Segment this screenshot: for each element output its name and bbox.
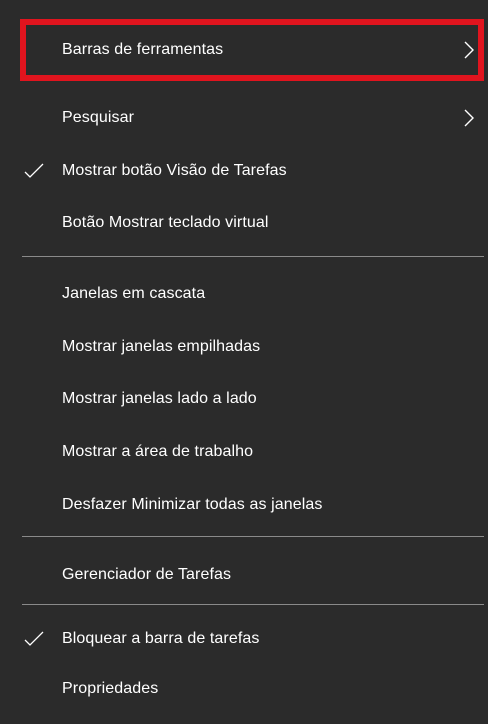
checkmark-icon <box>24 631 44 646</box>
menu-item-label: Botão Mostrar teclado virtual <box>62 214 269 231</box>
menu-item-show-task-view-button[interactable]: Mostrar botão Visão de Tarefas <box>0 146 488 196</box>
chevron-right-icon <box>464 41 474 59</box>
menu-item-show-windows-side-by-side[interactable]: Mostrar janelas lado a lado <box>0 374 488 424</box>
menu-item-label: Barras de ferramentas <box>62 41 224 58</box>
menu-item-label: Pesquisar <box>62 109 135 126</box>
menu-item-cascade-windows[interactable]: Janelas em cascata <box>0 269 488 319</box>
menu-item-properties[interactable]: Propriedades <box>0 664 488 714</box>
chevron-right-icon <box>464 109 474 127</box>
menu-item-undo-minimize-all[interactable]: Desfazer Minimizar todas as janelas <box>0 480 488 530</box>
menu-item-search[interactable]: Pesquisar <box>0 93 488 143</box>
menu-item-label: Propriedades <box>62 680 159 697</box>
menu-item-label: Mostrar janelas empilhadas <box>62 338 261 355</box>
menu-separator <box>22 536 484 537</box>
menu-item-show-desktop[interactable]: Mostrar a área de trabalho <box>0 427 488 477</box>
menu-separator <box>22 256 484 257</box>
menu-item-toolbars[interactable]: Barras de ferramentas <box>0 25 488 75</box>
menu-item-label: Gerenciador de Tarefas <box>62 566 232 583</box>
menu-item-label: Desfazer Minimizar todas as janelas <box>62 496 323 513</box>
menu-item-show-touch-keyboard-button[interactable]: Botão Mostrar teclado virtual <box>0 198 488 248</box>
menu-item-label: Mostrar janelas lado a lado <box>62 390 257 407</box>
menu-item-label: Mostrar botão Visão de Tarefas <box>62 162 287 179</box>
menu-separator <box>22 604 484 605</box>
menu-item-show-windows-stacked[interactable]: Mostrar janelas empilhadas <box>0 322 488 372</box>
checkmark-icon <box>24 163 44 178</box>
menu-item-task-manager[interactable]: Gerenciador de Tarefas <box>0 550 488 600</box>
menu-item-label: Mostrar a área de trabalho <box>62 443 254 460</box>
menu-item-label: Bloquear a barra de tarefas <box>62 630 260 647</box>
taskbar-context-menu: Barras de ferramentas Pesquisar Mostrar … <box>0 0 488 724</box>
menu-item-label: Janelas em cascata <box>62 285 206 302</box>
menu-item-lock-taskbar[interactable]: Bloquear a barra de tarefas <box>0 614 488 664</box>
